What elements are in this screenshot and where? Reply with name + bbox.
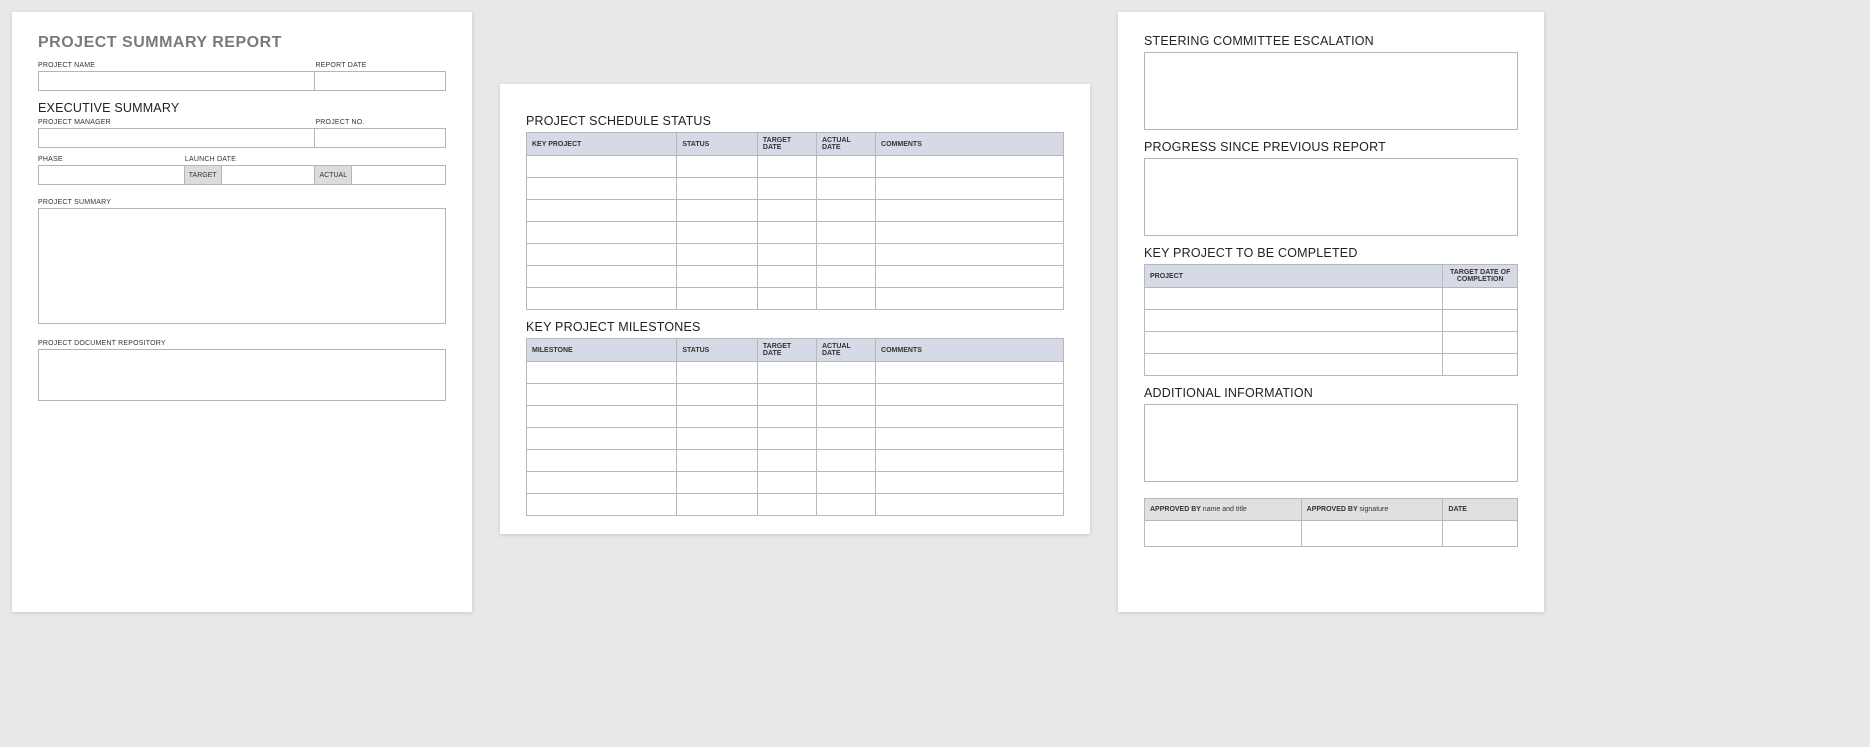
- table-header-row: PROJECT TARGET DATE OF COMPLETION: [1145, 265, 1518, 288]
- table-row[interactable]: [1145, 354, 1518, 376]
- report-title: PROJECT SUMMARY REPORT: [38, 34, 446, 52]
- table-row[interactable]: [527, 156, 1064, 178]
- th-comments: COMMENTS: [876, 339, 1064, 362]
- th-approved-name: APPROVED BY name and title: [1145, 499, 1302, 521]
- th-comments: COMMENTS: [876, 133, 1064, 156]
- page-2: PROJECT SCHEDULE STATUS KEY PROJECT STAT…: [500, 84, 1090, 534]
- label-project-summary: PROJECT SUMMARY: [38, 199, 446, 206]
- table-row[interactable]: [527, 244, 1064, 266]
- table-row[interactable]: [527, 428, 1064, 450]
- input-project-no[interactable]: [315, 128, 446, 148]
- label-project-name: PROJECT NAME: [38, 62, 315, 69]
- input-actual-date[interactable]: [352, 165, 446, 185]
- heading-steering: STEERING COMMITTEE ESCALATION: [1144, 34, 1518, 48]
- heading-schedule-status: PROJECT SCHEDULE STATUS: [526, 114, 1064, 128]
- label-actual-cell: ACTUAL: [315, 165, 352, 185]
- table-schedule-status: KEY PROJECT STATUS TARGET DATE ACTUAL DA…: [526, 132, 1064, 310]
- heading-executive-summary: EXECUTIVE SUMMARY: [38, 101, 446, 115]
- table-row[interactable]: [527, 222, 1064, 244]
- input-phase[interactable]: [38, 165, 185, 185]
- heading-progress: PROGRESS SINCE PREVIOUS REPORT: [1144, 140, 1518, 154]
- th-date: DATE: [1443, 499, 1518, 521]
- th-approved-sig: APPROVED BY signature: [1301, 499, 1443, 521]
- page-3: STEERING COMMITTEE ESCALATION PROGRESS S…: [1118, 12, 1544, 612]
- table-row[interactable]: [1145, 288, 1518, 310]
- table-key-project: PROJECT TARGET DATE OF COMPLETION: [1144, 264, 1518, 376]
- table-row[interactable]: [527, 406, 1064, 428]
- table-row[interactable]: [527, 266, 1064, 288]
- table-header-row: KEY PROJECT STATUS TARGET DATE ACTUAL DA…: [527, 133, 1064, 156]
- input-project-summary[interactable]: [38, 208, 446, 324]
- table-row[interactable]: [527, 384, 1064, 406]
- table-row[interactable]: [527, 288, 1064, 310]
- th-target-date: TARGET DATE: [757, 133, 816, 156]
- label-launch-date: LAUNCH DATE: [185, 156, 446, 163]
- table-row[interactable]: [527, 472, 1064, 494]
- th-status: STATUS: [677, 133, 758, 156]
- input-target-date[interactable]: [222, 165, 316, 185]
- input-additional-info[interactable]: [1144, 404, 1518, 482]
- table-row[interactable]: [527, 178, 1064, 200]
- th-project: PROJECT: [1145, 265, 1443, 288]
- label-report-date: REPORT DATE: [315, 62, 446, 69]
- label-phase: PHASE: [38, 156, 185, 163]
- table-row[interactable]: [527, 200, 1064, 222]
- table-approval: APPROVED BY name and title APPROVED BY s…: [1144, 498, 1518, 547]
- th-actual-date: ACTUAL DATE: [816, 339, 875, 362]
- table-milestones: MILESTONE STATUS TARGET DATE ACTUAL DATE…: [526, 338, 1064, 516]
- table-row[interactable]: [527, 450, 1064, 472]
- table-row[interactable]: [527, 362, 1064, 384]
- th-key-project: KEY PROJECT: [527, 133, 677, 156]
- table-row[interactable]: [527, 494, 1064, 516]
- th-actual-date: ACTUAL DATE: [816, 133, 875, 156]
- label-project-manager: PROJECT MANAGER: [38, 119, 315, 126]
- table-row[interactable]: [1145, 521, 1518, 547]
- input-steering-escalation[interactable]: [1144, 52, 1518, 130]
- heading-additional: ADDITIONAL INFORMATION: [1144, 386, 1518, 400]
- table-header-row: MILESTONE STATUS TARGET DATE ACTUAL DATE…: [527, 339, 1064, 362]
- th-status: STATUS: [677, 339, 758, 362]
- page-1: PROJECT SUMMARY REPORT PROJECT NAME REPO…: [12, 12, 472, 612]
- heading-key-project: KEY PROJECT TO BE COMPLETED: [1144, 246, 1518, 260]
- input-project-manager[interactable]: [38, 128, 315, 148]
- table-row[interactable]: [1145, 310, 1518, 332]
- table-row[interactable]: [1145, 332, 1518, 354]
- input-report-date[interactable]: [315, 71, 446, 91]
- input-project-name[interactable]: [38, 71, 315, 91]
- th-target-completion: TARGET DATE OF COMPLETION: [1443, 265, 1518, 288]
- input-doc-repo[interactable]: [38, 349, 446, 401]
- label-project-no: PROJECT NO.: [315, 119, 446, 126]
- th-target-date: TARGET DATE: [757, 339, 816, 362]
- label-doc-repo: PROJECT DOCUMENT REPOSITORY: [38, 340, 446, 347]
- table-header-row: APPROVED BY name and title APPROVED BY s…: [1145, 499, 1518, 521]
- heading-milestones: KEY PROJECT MILESTONES: [526, 320, 1064, 334]
- label-target-cell: TARGET: [185, 165, 222, 185]
- th-milestone: MILESTONE: [527, 339, 677, 362]
- input-progress[interactable]: [1144, 158, 1518, 236]
